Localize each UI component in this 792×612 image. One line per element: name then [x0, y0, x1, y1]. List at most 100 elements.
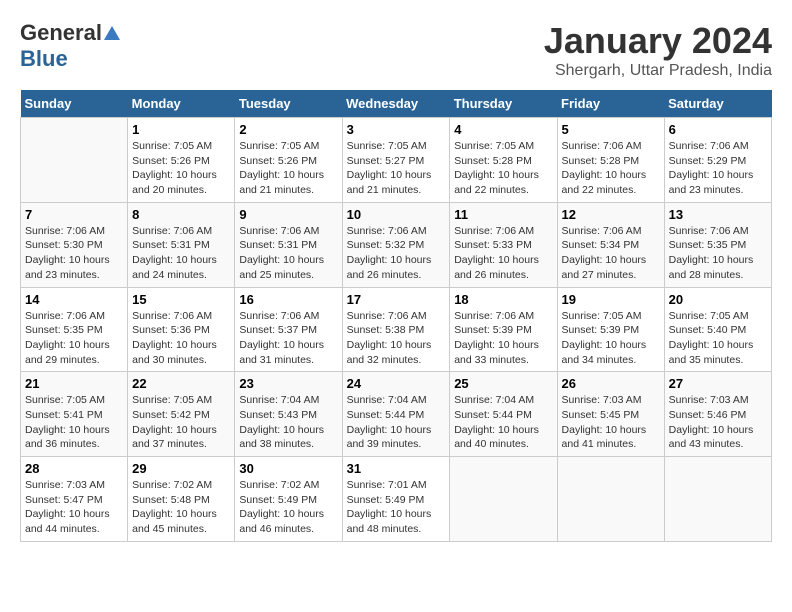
sunrise-time: Sunrise: 7:03 AM: [669, 394, 749, 406]
day-header-tuesday: Tuesday: [235, 90, 342, 118]
sunset-time: Sunset: 5:45 PM: [562, 409, 640, 421]
day-info: Sunrise: 7:05 AM Sunset: 5:41 PM Dayligh…: [25, 393, 123, 452]
day-number: 3: [347, 122, 446, 137]
day-info: Sunrise: 7:06 AM Sunset: 5:31 PM Dayligh…: [239, 224, 337, 283]
logo: General Blue: [20, 20, 120, 72]
sunset-time: Sunset: 5:35 PM: [669, 239, 747, 251]
day-number: 26: [562, 376, 660, 391]
day-header-thursday: Thursday: [450, 90, 557, 118]
sunset-time: Sunset: 5:28 PM: [454, 155, 532, 167]
day-info: Sunrise: 7:06 AM Sunset: 5:37 PM Dayligh…: [239, 309, 337, 368]
day-info: Sunrise: 7:03 AM Sunset: 5:45 PM Dayligh…: [562, 393, 660, 452]
daylight-hours: Daylight: 10 hours and 45 minutes.: [132, 508, 217, 535]
calendar-cell: 15 Sunrise: 7:06 AM Sunset: 5:36 PM Dayl…: [128, 287, 235, 372]
sunset-time: Sunset: 5:41 PM: [25, 409, 103, 421]
daylight-hours: Daylight: 10 hours and 46 minutes.: [239, 508, 324, 535]
sunrise-time: Sunrise: 7:05 AM: [669, 310, 749, 322]
sunset-time: Sunset: 5:27 PM: [347, 155, 425, 167]
sunset-time: Sunset: 5:44 PM: [454, 409, 532, 421]
daylight-hours: Daylight: 10 hours and 26 minutes.: [347, 254, 432, 281]
calendar-cell: 18 Sunrise: 7:06 AM Sunset: 5:39 PM Dayl…: [450, 287, 557, 372]
daylight-hours: Daylight: 10 hours and 43 minutes.: [669, 424, 754, 451]
calendar-header-row: SundayMondayTuesdayWednesdayThursdayFrid…: [21, 90, 772, 118]
calendar-title: January 2024: [544, 20, 772, 62]
sunset-time: Sunset: 5:38 PM: [347, 324, 425, 336]
sunset-time: Sunset: 5:26 PM: [239, 155, 317, 167]
sunrise-time: Sunrise: 7:01 AM: [347, 479, 427, 491]
calendar-cell: 24 Sunrise: 7:04 AM Sunset: 5:44 PM Dayl…: [342, 372, 450, 457]
logo-general: General: [20, 20, 102, 46]
day-number: 9: [239, 207, 337, 222]
daylight-hours: Daylight: 10 hours and 27 minutes.: [562, 254, 647, 281]
daylight-hours: Daylight: 10 hours and 22 minutes.: [454, 169, 539, 196]
sunrise-time: Sunrise: 7:06 AM: [347, 310, 427, 322]
day-info: Sunrise: 7:05 AM Sunset: 5:28 PM Dayligh…: [454, 139, 552, 198]
daylight-hours: Daylight: 10 hours and 33 minutes.: [454, 339, 539, 366]
day-info: Sunrise: 7:04 AM Sunset: 5:43 PM Dayligh…: [239, 393, 337, 452]
sunset-time: Sunset: 5:43 PM: [239, 409, 317, 421]
calendar-week-row: 14 Sunrise: 7:06 AM Sunset: 5:35 PM Dayl…: [21, 287, 772, 372]
day-number: 16: [239, 292, 337, 307]
daylight-hours: Daylight: 10 hours and 23 minutes.: [25, 254, 110, 281]
sunrise-time: Sunrise: 7:06 AM: [454, 310, 534, 322]
day-header-monday: Monday: [128, 90, 235, 118]
calendar-cell: 14 Sunrise: 7:06 AM Sunset: 5:35 PM Dayl…: [21, 287, 128, 372]
sunset-time: Sunset: 5:40 PM: [669, 324, 747, 336]
day-info: Sunrise: 7:06 AM Sunset: 5:33 PM Dayligh…: [454, 224, 552, 283]
sunrise-time: Sunrise: 7:05 AM: [562, 310, 642, 322]
day-info: Sunrise: 7:06 AM Sunset: 5:38 PM Dayligh…: [347, 309, 446, 368]
calendar-cell: 6 Sunrise: 7:06 AM Sunset: 5:29 PM Dayli…: [664, 118, 771, 203]
daylight-hours: Daylight: 10 hours and 26 minutes.: [454, 254, 539, 281]
sunrise-time: Sunrise: 7:04 AM: [239, 394, 319, 406]
sunrise-time: Sunrise: 7:06 AM: [669, 225, 749, 237]
calendar-cell: 31 Sunrise: 7:01 AM Sunset: 5:49 PM Dayl…: [342, 457, 450, 542]
calendar-cell: 21 Sunrise: 7:05 AM Sunset: 5:41 PM Dayl…: [21, 372, 128, 457]
calendar-cell: 27 Sunrise: 7:03 AM Sunset: 5:46 PM Dayl…: [664, 372, 771, 457]
sunrise-time: Sunrise: 7:04 AM: [347, 394, 427, 406]
daylight-hours: Daylight: 10 hours and 30 minutes.: [132, 339, 217, 366]
sunset-time: Sunset: 5:31 PM: [239, 239, 317, 251]
day-number: 5: [562, 122, 660, 137]
calendar-cell: 1 Sunrise: 7:05 AM Sunset: 5:26 PM Dayli…: [128, 118, 235, 203]
day-info: Sunrise: 7:05 AM Sunset: 5:27 PM Dayligh…: [347, 139, 446, 198]
sunrise-time: Sunrise: 7:05 AM: [454, 140, 534, 152]
day-number: 21: [25, 376, 123, 391]
daylight-hours: Daylight: 10 hours and 36 minutes.: [25, 424, 110, 451]
day-header-wednesday: Wednesday: [342, 90, 450, 118]
calendar-week-row: 1 Sunrise: 7:05 AM Sunset: 5:26 PM Dayli…: [21, 118, 772, 203]
day-number: 27: [669, 376, 767, 391]
day-number: 8: [132, 207, 230, 222]
calendar-cell: 28 Sunrise: 7:03 AM Sunset: 5:47 PM Dayl…: [21, 457, 128, 542]
calendar-cell: 19 Sunrise: 7:05 AM Sunset: 5:39 PM Dayl…: [557, 287, 664, 372]
day-info: Sunrise: 7:06 AM Sunset: 5:36 PM Dayligh…: [132, 309, 230, 368]
calendar-cell: 12 Sunrise: 7:06 AM Sunset: 5:34 PM Dayl…: [557, 202, 664, 287]
sunrise-time: Sunrise: 7:05 AM: [25, 394, 105, 406]
day-number: 14: [25, 292, 123, 307]
day-info: Sunrise: 7:04 AM Sunset: 5:44 PM Dayligh…: [454, 393, 552, 452]
sunrise-time: Sunrise: 7:05 AM: [239, 140, 319, 152]
sunset-time: Sunset: 5:37 PM: [239, 324, 317, 336]
logo-blue: Blue: [20, 46, 68, 72]
sunset-time: Sunset: 5:44 PM: [347, 409, 425, 421]
daylight-hours: Daylight: 10 hours and 32 minutes.: [347, 339, 432, 366]
day-header-saturday: Saturday: [664, 90, 771, 118]
sunset-time: Sunset: 5:48 PM: [132, 494, 210, 506]
sunset-time: Sunset: 5:33 PM: [454, 239, 532, 251]
sunset-time: Sunset: 5:47 PM: [25, 494, 103, 506]
calendar-cell: 9 Sunrise: 7:06 AM Sunset: 5:31 PM Dayli…: [235, 202, 342, 287]
sunrise-time: Sunrise: 7:03 AM: [25, 479, 105, 491]
sunset-time: Sunset: 5:28 PM: [562, 155, 640, 167]
daylight-hours: Daylight: 10 hours and 23 minutes.: [669, 169, 754, 196]
day-number: 25: [454, 376, 552, 391]
sunset-time: Sunset: 5:39 PM: [454, 324, 532, 336]
daylight-hours: Daylight: 10 hours and 20 minutes.: [132, 169, 217, 196]
day-info: Sunrise: 7:06 AM Sunset: 5:32 PM Dayligh…: [347, 224, 446, 283]
day-info: Sunrise: 7:06 AM Sunset: 5:29 PM Dayligh…: [669, 139, 767, 198]
day-number: 22: [132, 376, 230, 391]
calendar-cell: 3 Sunrise: 7:05 AM Sunset: 5:27 PM Dayli…: [342, 118, 450, 203]
day-number: 20: [669, 292, 767, 307]
calendar-cell: 23 Sunrise: 7:04 AM Sunset: 5:43 PM Dayl…: [235, 372, 342, 457]
day-number: 30: [239, 461, 337, 476]
calendar-cell: 2 Sunrise: 7:05 AM Sunset: 5:26 PM Dayli…: [235, 118, 342, 203]
calendar-cell: 17 Sunrise: 7:06 AM Sunset: 5:38 PM Dayl…: [342, 287, 450, 372]
